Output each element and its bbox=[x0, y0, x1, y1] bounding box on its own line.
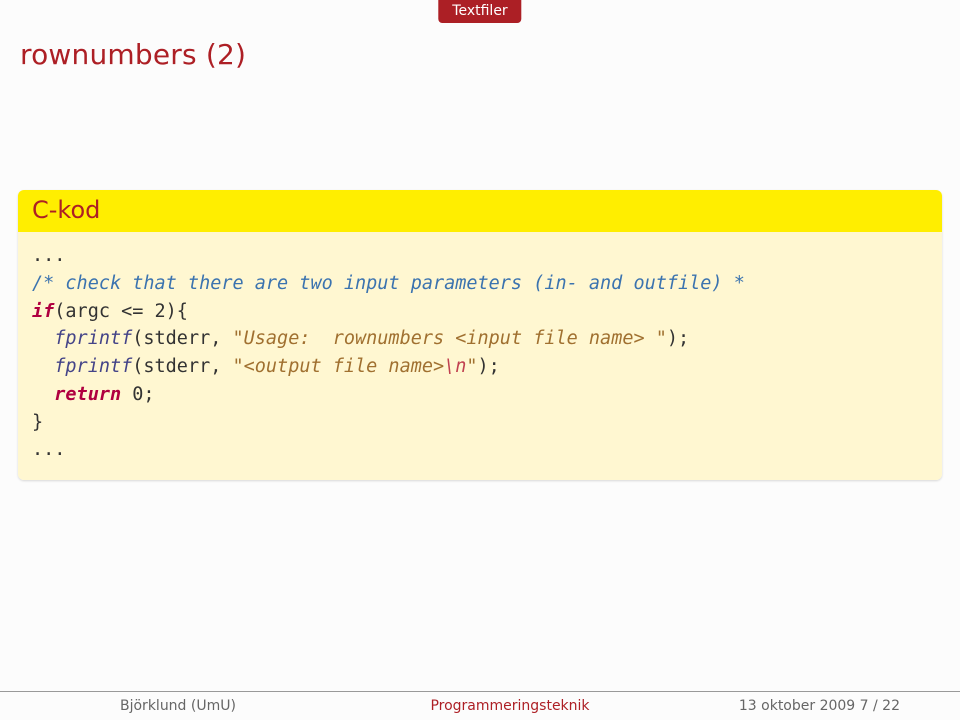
code-text: ); bbox=[478, 356, 500, 377]
footer-author: Björklund (UmU) bbox=[0, 698, 380, 714]
code-text: (stderr, bbox=[132, 328, 232, 349]
code-text: (stderr, bbox=[132, 356, 232, 377]
slide-title: rownumbers (2) bbox=[20, 38, 246, 71]
code-listing: ... /* check that there are two input pa… bbox=[32, 242, 928, 464]
code-escape: \n bbox=[444, 356, 466, 377]
code-text: (argc <= 2){ bbox=[54, 301, 188, 322]
section-tab: Textfiler bbox=[438, 0, 521, 23]
code-keyword: return bbox=[54, 384, 121, 405]
footer: Björklund (UmU) Programmeringsteknik 13 … bbox=[0, 691, 960, 720]
code-text: ); bbox=[667, 328, 689, 349]
code-keyword: if bbox=[32, 301, 54, 322]
code-string: "<output file name> bbox=[233, 356, 445, 377]
code-text: 0; bbox=[121, 384, 154, 405]
code-string: " bbox=[466, 356, 477, 377]
code-line: ... bbox=[32, 245, 65, 266]
code-string: "Usage: rownumbers <input file name> " bbox=[233, 328, 667, 349]
code-block: C-kod ... /* check that there are two in… bbox=[18, 190, 942, 480]
code-line: } bbox=[32, 412, 43, 433]
code-comment: /* check that there are two input parame… bbox=[32, 273, 745, 294]
footer-page: 13 oktober 2009 7 / 22 bbox=[640, 698, 960, 714]
code-line: ... bbox=[32, 439, 65, 460]
block-title: C-kod bbox=[18, 190, 942, 232]
block-body: ... /* check that there are two input pa… bbox=[18, 232, 942, 480]
code-func: fprintf bbox=[54, 356, 132, 377]
footer-course: Programmeringsteknik bbox=[380, 698, 640, 714]
code-func: fprintf bbox=[54, 328, 132, 349]
